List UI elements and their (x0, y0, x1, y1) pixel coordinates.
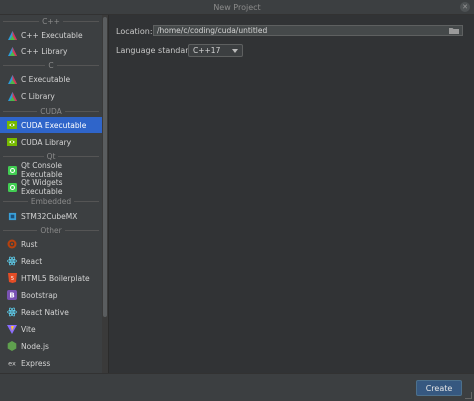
project-type-sidebar: C++ C++ Executable C++ Library C C Execu… (0, 15, 103, 373)
language-standard-select[interactable]: C++17 (188, 44, 243, 57)
sidebar-item-label: CUDA Executable (21, 120, 87, 130)
close-icon: ✕ (462, 2, 468, 11)
triangle-icon (7, 91, 17, 101)
sidebar-item-stm32cubemx[interactable]: STM32CubeMX (0, 208, 102, 224)
svg-text:B: B (9, 292, 14, 300)
location-field[interactable] (153, 25, 463, 36)
language-standard-label: Language standard: (116, 46, 197, 55)
close-window-button[interactable]: ✕ (460, 2, 470, 12)
location-input[interactable] (157, 26, 447, 35)
vite-icon (7, 324, 17, 334)
chevron-down-icon (232, 46, 238, 55)
sidebar-item-react-native[interactable]: React Native (0, 304, 102, 320)
qt-icon (7, 182, 17, 192)
sidebar-item-label: C Library (21, 91, 55, 101)
sidebar-item-label: STM32CubeMX (21, 211, 78, 221)
sidebar-item-label: Express (21, 358, 51, 368)
nvidia-icon (7, 120, 17, 130)
sidebar-item-label: CUDA Library (21, 137, 72, 147)
group-header-other: Other (0, 226, 102, 235)
scrollbar-thumb[interactable] (103, 17, 107, 317)
sidebar-item-label: C++ Library (21, 46, 68, 56)
group-header-c: C (0, 61, 102, 70)
triangle-icon (7, 30, 17, 40)
group-header-qt: Qt (0, 152, 102, 161)
nvidia-icon (7, 137, 17, 147)
dialog-footer: Create (0, 373, 474, 401)
sidebar-item-label: Qt Widgets Executable (21, 178, 63, 196)
location-label: Location: (116, 27, 153, 36)
sidebar-item-nodejs[interactable]: Node.js (0, 338, 102, 354)
svg-text:5: 5 (10, 276, 13, 282)
nodejs-icon (7, 341, 17, 351)
sidebar-item-label: Vite (21, 324, 36, 334)
sidebar-item-html5-boilerplate[interactable]: 5 HTML5 Boilerplate (0, 270, 102, 286)
html5-icon: 5 (7, 273, 17, 283)
bootstrap-icon: B (7, 290, 17, 300)
sidebar-item-label: Node.js (21, 341, 49, 351)
sidebar-item-react[interactable]: React (0, 253, 102, 269)
sidebar-scrollbar[interactable] (102, 15, 108, 373)
sidebar-item-qt-widgets[interactable]: Qt Widgets Executable (0, 178, 102, 196)
sidebar-item-cuda-executable[interactable]: CUDA Executable (0, 117, 102, 133)
resize-grip-icon[interactable] (465, 392, 472, 399)
sidebar-item-cpp-library[interactable]: C++ Library (0, 43, 102, 59)
sidebar-item-express[interactable]: ex Express (0, 355, 102, 371)
svg-text:ex: ex (8, 360, 16, 368)
sidebar-item-label: C Executable (21, 74, 71, 84)
sidebar-item-label: HTML5 Boilerplate (21, 273, 90, 283)
qt-icon (7, 165, 17, 175)
group-header-cpp: C++ (0, 17, 102, 26)
language-standard-value: C++17 (193, 46, 221, 55)
sidebar-item-label: React (21, 256, 43, 266)
sidebar-item-qt-console[interactable]: Qt Console Executable (0, 161, 102, 179)
sidebar-item-label: Qt Console Executable (21, 161, 63, 179)
express-icon: ex (7, 358, 17, 368)
sidebar-item-c-library[interactable]: C Library (0, 88, 102, 104)
react-icon (7, 307, 17, 317)
triangle-icon (7, 46, 17, 56)
rust-icon (7, 239, 17, 249)
folder-icon[interactable] (449, 27, 459, 34)
sidebar-item-c-executable[interactable]: C Executable (0, 71, 102, 87)
sidebar-item-vite[interactable]: Vite (0, 321, 102, 337)
sidebar-item-cuda-library[interactable]: CUDA Library (0, 134, 102, 150)
sidebar-item-cpp-executable[interactable]: C++ Executable (0, 27, 102, 43)
sidebar-item-rust[interactable]: Rust (0, 236, 102, 252)
sidebar-item-label: Bootstrap (21, 290, 58, 300)
group-header-cuda: CUDA (0, 107, 102, 116)
react-icon (7, 256, 17, 266)
stm32-icon (7, 211, 17, 221)
sidebar-item-bootstrap[interactable]: B Bootstrap (0, 287, 102, 303)
window-title: New Project (213, 2, 261, 12)
sidebar-item-label: React Native (21, 307, 69, 317)
title-bar: New Project ✕ (0, 0, 474, 15)
group-header-embedded: Embedded (0, 197, 102, 206)
sidebar-item-label: Rust (21, 239, 38, 249)
triangle-icon (7, 74, 17, 84)
create-button[interactable]: Create (416, 380, 462, 396)
project-settings-panel (109, 15, 474, 373)
sidebar-item-label: C++ Executable (21, 30, 83, 40)
